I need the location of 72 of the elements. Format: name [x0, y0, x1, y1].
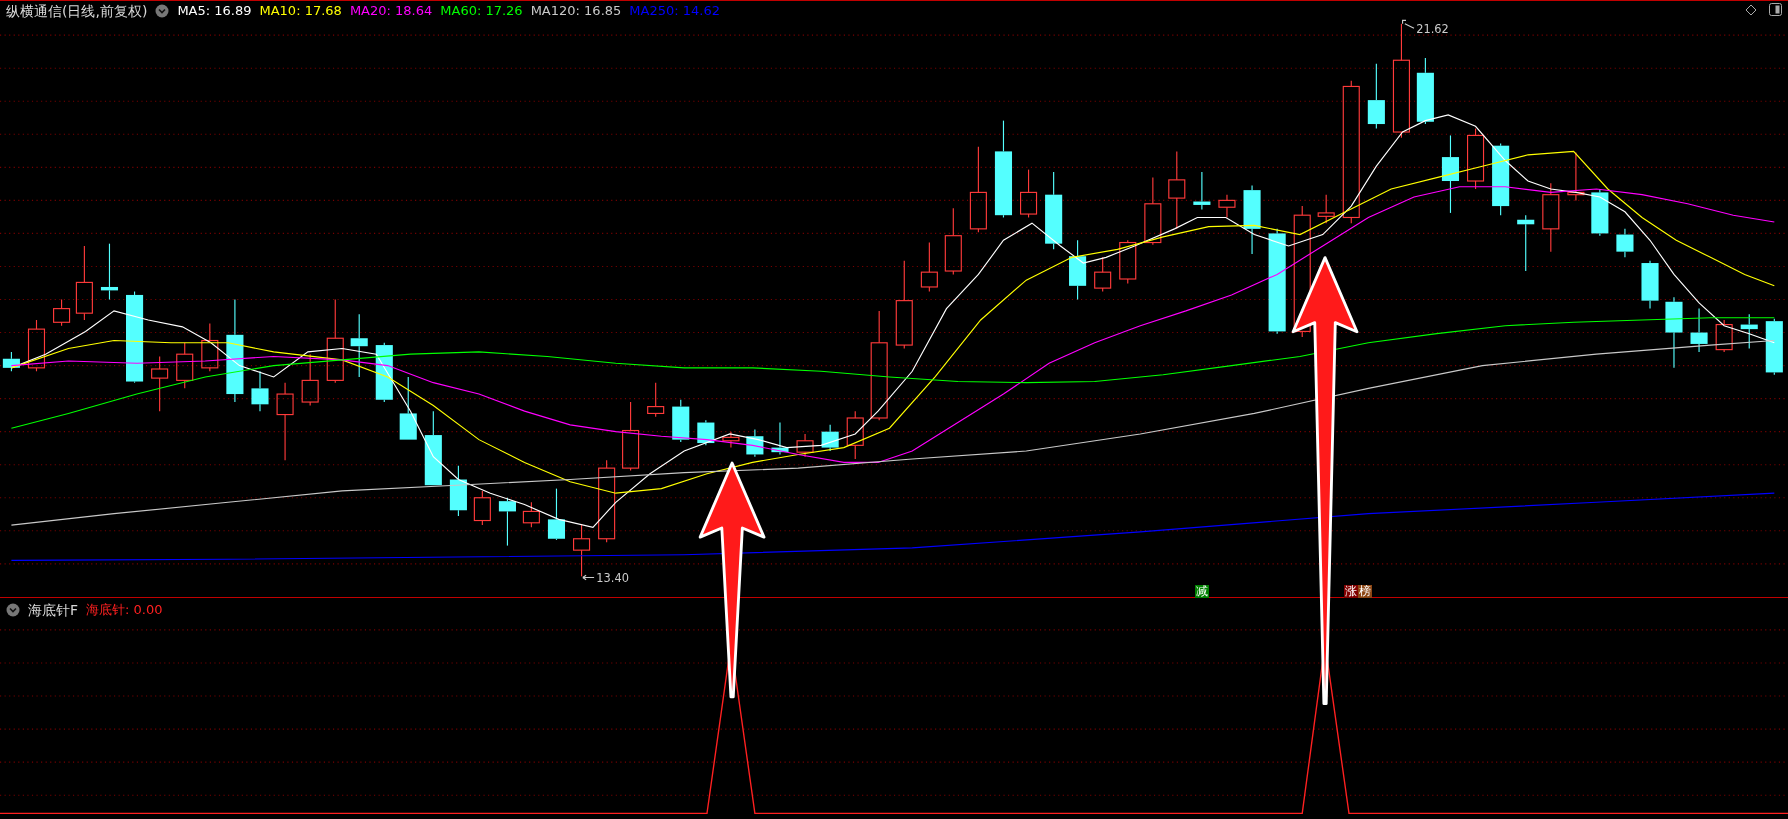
- candlestick: [53, 298, 71, 327]
- candlestick: [821, 424, 839, 452]
- leader-line: [1402, 19, 1415, 29]
- price-label: 21.62: [1416, 21, 1449, 36]
- candlestick: [498, 497, 516, 547]
- signal-tag: 涨: [1344, 585, 1358, 598]
- candlestick: [473, 490, 491, 526]
- collapse-chevron-icon[interactable]: [155, 4, 170, 18]
- candlestick: [796, 433, 814, 458]
- candlestick: [1567, 151, 1585, 201]
- candlestick: [1715, 319, 1733, 353]
- candlestick: [251, 370, 269, 412]
- candlestick: [622, 401, 640, 471]
- candlestick: [27, 319, 46, 372]
- moving-average-label: MA20: 18.64: [349, 2, 433, 20]
- candlestick: [647, 382, 665, 418]
- candlestick: [1020, 169, 1038, 219]
- candlestick: [1193, 171, 1211, 211]
- signal-tag: 榜: [1358, 585, 1372, 598]
- panel-toggle-icon[interactable]: [1769, 3, 1782, 16]
- candlestick: [1591, 188, 1609, 237]
- candlestick: [301, 353, 319, 407]
- moving-average-label: MA10: 17.68: [259, 2, 342, 20]
- candlestick: [375, 342, 393, 403]
- indicator-name: 海底针F: [28, 601, 79, 619]
- candlestick: [1144, 177, 1162, 246]
- diamond-icon[interactable]: [1745, 3, 1757, 16]
- candlestick: [573, 524, 591, 577]
- price-label: 13.40: [596, 571, 629, 586]
- candlestick: [1542, 182, 1560, 253]
- candlestick: [1069, 239, 1087, 301]
- candlestick: [449, 465, 467, 517]
- leader-line: [582, 574, 595, 581]
- candlestick: [1641, 260, 1659, 310]
- indicator-value: 海底针: 0.00: [86, 601, 163, 619]
- candlestick: [697, 419, 715, 446]
- candlestick: [1467, 128, 1485, 190]
- moving-average-label: MA250: 14.62: [629, 2, 720, 20]
- moving-average-label: MA120: 16.85: [530, 2, 622, 20]
- candlestick: [672, 399, 690, 443]
- candlestick: [1616, 228, 1634, 258]
- candlestick: [547, 488, 565, 541]
- candlestick: [1218, 194, 1236, 219]
- candlestick: [1517, 214, 1535, 272]
- candlestick: [944, 207, 962, 275]
- moving-average-label: MA60: 17.26: [440, 2, 523, 20]
- candlestick: [1740, 313, 1758, 350]
- chart-title: 纵横通信(日线,前复权): [6, 2, 148, 20]
- candlestick: [771, 422, 789, 455]
- candlestick: [1119, 239, 1137, 285]
- candlestick: [1416, 57, 1434, 125]
- candlestick: [846, 410, 864, 460]
- candlestick: [2, 351, 20, 372]
- candlestick: [522, 501, 540, 528]
- candlestick: [1765, 318, 1783, 376]
- candlestick: [722, 431, 740, 449]
- collapse-chevron-icon[interactable]: [6, 603, 20, 617]
- candlestick: [746, 428, 764, 458]
- candlestick: [1367, 63, 1385, 130]
- moving-average-label: MA5: 16.89: [177, 2, 252, 20]
- candlestick: [151, 355, 169, 412]
- candlestick: [920, 241, 938, 293]
- candlestick: [350, 313, 368, 378]
- candlestick: [1317, 194, 1335, 224]
- candlestick: [201, 322, 219, 372]
- candlestick: [1690, 308, 1708, 353]
- candlestick: [1243, 185, 1261, 255]
- candlestick: [399, 376, 417, 441]
- candlestick: [1094, 256, 1112, 293]
- candlestick: [100, 243, 118, 301]
- signal-tag: 减: [1195, 585, 1209, 598]
- candlestick: [176, 342, 194, 389]
